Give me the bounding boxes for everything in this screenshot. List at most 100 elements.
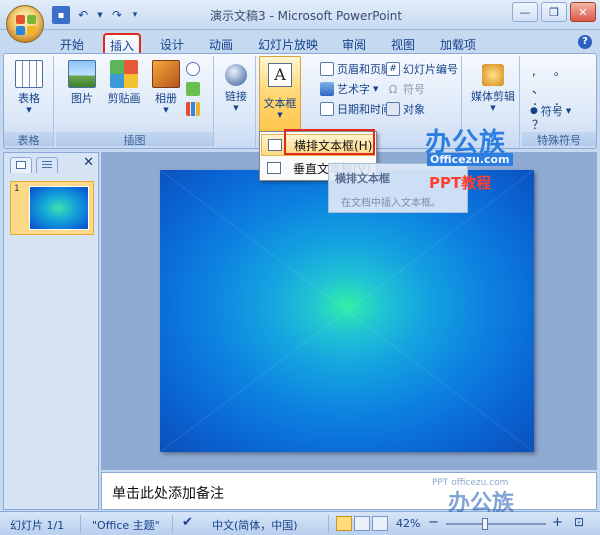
symbol-button[interactable]: Ω 符号 <box>386 80 425 98</box>
office-button[interactable] <box>6 5 44 43</box>
picture-button[interactable]: 图片 <box>62 60 102 106</box>
smartart-icon <box>186 82 200 96</box>
customize-qat-icon[interactable]: ▾ <box>130 6 140 24</box>
language-indicator[interactable]: 中文(简体，中国) <box>212 517 298 533</box>
spellcheck-icon[interactable]: ✔ <box>182 515 193 530</box>
vertical-textbox-icon <box>267 162 281 174</box>
shapes-button[interactable] <box>186 60 200 78</box>
zoom-out-button[interactable]: − <box>428 515 439 530</box>
quick-access-toolbar: ▪ ↶ ▼ ↷ ▾ <box>52 6 140 24</box>
dropdown-arrow-icon: ▼ <box>163 106 169 114</box>
tab-review[interactable]: 审阅 <box>338 34 370 54</box>
slide-number-icon: # <box>386 62 400 76</box>
dropdown-arrow-icon: ▼ <box>26 106 32 114</box>
omega-icon: Ω <box>388 82 398 96</box>
maximize-button[interactable]: ❐ <box>541 2 567 22</box>
tab-design[interactable]: 设计 <box>156 34 188 54</box>
link-globe-icon <box>225 64 247 86</box>
clipart-icon <box>110 60 138 88</box>
tab-home[interactable]: 开始 <box>56 34 88 54</box>
status-separator <box>328 515 329 532</box>
slide-thumbnail-number: 1 <box>14 184 20 194</box>
object-icon <box>386 102 400 116</box>
special-char[interactable]: , <box>532 62 550 80</box>
clipart-button[interactable]: 剪贴画 <box>104 60 144 106</box>
slideshow-view-icon[interactable] <box>372 516 388 531</box>
photo-album-button[interactable]: 相册 ▼ <box>146 60 186 114</box>
table-icon <box>15 60 43 88</box>
smartart-button[interactable] <box>186 80 200 98</box>
tab-view[interactable]: 视图 <box>387 34 419 54</box>
slide-thumbnail-1[interactable]: 1 <box>10 181 94 235</box>
horizontal-textbox-icon <box>268 139 282 151</box>
help-icon[interactable]: ? <box>578 35 592 49</box>
slide-number-button[interactable]: # 幻灯片编号 <box>386 60 458 78</box>
links-group: 链接 ▼ <box>216 56 256 147</box>
dropdown-arrow-icon: ▼ <box>233 104 239 112</box>
tooltip-title: 横排文本框 <box>335 172 390 185</box>
zoom-in-button[interactable]: + <box>552 515 563 530</box>
slide-thumbnail-preview <box>29 186 89 230</box>
title-bar: ▪ ↶ ▼ ↷ ▾ 演示文稿3 - Microsoft PowerPoint —… <box>0 0 600 30</box>
links-button[interactable]: 链接 ▼ <box>216 60 256 112</box>
undo-icon[interactable]: ↶ <box>74 6 92 24</box>
save-icon[interactable]: ▪ <box>52 6 70 24</box>
wordart-button[interactable]: 艺术字 ▼ <box>320 80 378 98</box>
special-symbol-button[interactable]: ● 符号 ▼ <box>530 102 571 120</box>
dropdown-arrow-icon: ▼ <box>565 107 572 115</box>
photo-album-icon <box>152 60 180 88</box>
media-clip-button[interactable]: 媒体剪辑 ▼ <box>470 60 516 112</box>
dropdown-arrow-icon: ▼ <box>277 111 283 119</box>
calendar-icon <box>320 102 334 116</box>
slides-tab-icon <box>16 161 26 169</box>
slide-sorter-view-icon[interactable] <box>354 516 370 531</box>
outline-tab-icon <box>42 161 52 170</box>
highlight-annotation <box>284 129 375 155</box>
tab-addins[interactable]: 加载项 <box>436 34 480 54</box>
redo-icon[interactable]: ↷ <box>108 6 126 24</box>
zoom-slider-track[interactable] <box>446 523 546 525</box>
watermark-bottom-big: 办公族 <box>448 491 515 516</box>
picture-icon <box>68 60 96 88</box>
wordart-icon <box>320 82 334 96</box>
special-char[interactable]: 。 <box>554 62 572 80</box>
textbox-icon: A <box>268 63 292 87</box>
minimize-button[interactable]: — <box>512 2 538 22</box>
ribbon-tabs: 开始 插入 设计 动画 幻灯片放映 审阅 视图 加载项 <box>0 30 600 55</box>
tab-animations[interactable]: 动画 <box>205 34 237 54</box>
tables-group: 表格 ▼ 表格 <box>4 56 54 147</box>
illustrations-group: 图片 剪贴画 相册 ▼ 插图 <box>56 56 214 147</box>
media-clip-icon <box>482 64 504 86</box>
theme-name: "Office 主题" <box>92 519 160 532</box>
textbox-button[interactable]: A 文本框 ▼ <box>259 56 301 132</box>
normal-view-icon[interactable] <box>336 516 352 531</box>
close-pane-icon[interactable]: ✕ <box>83 155 94 170</box>
zoom-slider-thumb[interactable] <box>482 518 488 530</box>
special-char[interactable]: 、 <box>532 80 550 98</box>
tab-insert[interactable]: 插入 <box>103 33 141 55</box>
status-separator <box>172 515 173 532</box>
chart-icon <box>186 102 200 116</box>
watermark-url: Officezu.com <box>427 153 513 166</box>
fit-slide-icon[interactable]: ⊡ <box>574 515 584 529</box>
slides-tab[interactable] <box>10 157 32 173</box>
undo-dropdown-icon[interactable]: ▼ <box>96 6 104 24</box>
watermark-logo: 办公族 Officezu.com PPT教程 <box>425 122 545 192</box>
window-title: 演示文稿3 - Microsoft PowerPoint <box>210 9 403 23</box>
date-time-button[interactable]: 日期和时间 <box>320 100 392 118</box>
object-button[interactable]: 对象 <box>386 100 425 118</box>
table-button[interactable]: 表格 ▼ <box>9 60 49 114</box>
shapes-icon <box>186 62 200 76</box>
slide-counter: 幻灯片 1/1 <box>10 519 65 532</box>
close-button[interactable]: ✕ <box>570 2 596 22</box>
slides-pane: ✕ 1 <box>3 152 99 510</box>
dropdown-arrow-icon: ▼ <box>373 85 379 93</box>
zoom-level[interactable]: 42% <box>396 517 420 530</box>
notes-pane[interactable]: 单击此处添加备注 <box>101 472 597 510</box>
outline-tab[interactable] <box>36 157 58 173</box>
dropdown-arrow-icon: ▼ <box>490 104 496 112</box>
tab-slideshow[interactable]: 幻灯片放映 <box>256 34 320 54</box>
notes-placeholder: 单击此处添加备注 <box>112 486 224 502</box>
chart-button[interactable] <box>186 100 200 118</box>
header-footer-button[interactable]: 页眉和页脚 <box>320 60 392 78</box>
